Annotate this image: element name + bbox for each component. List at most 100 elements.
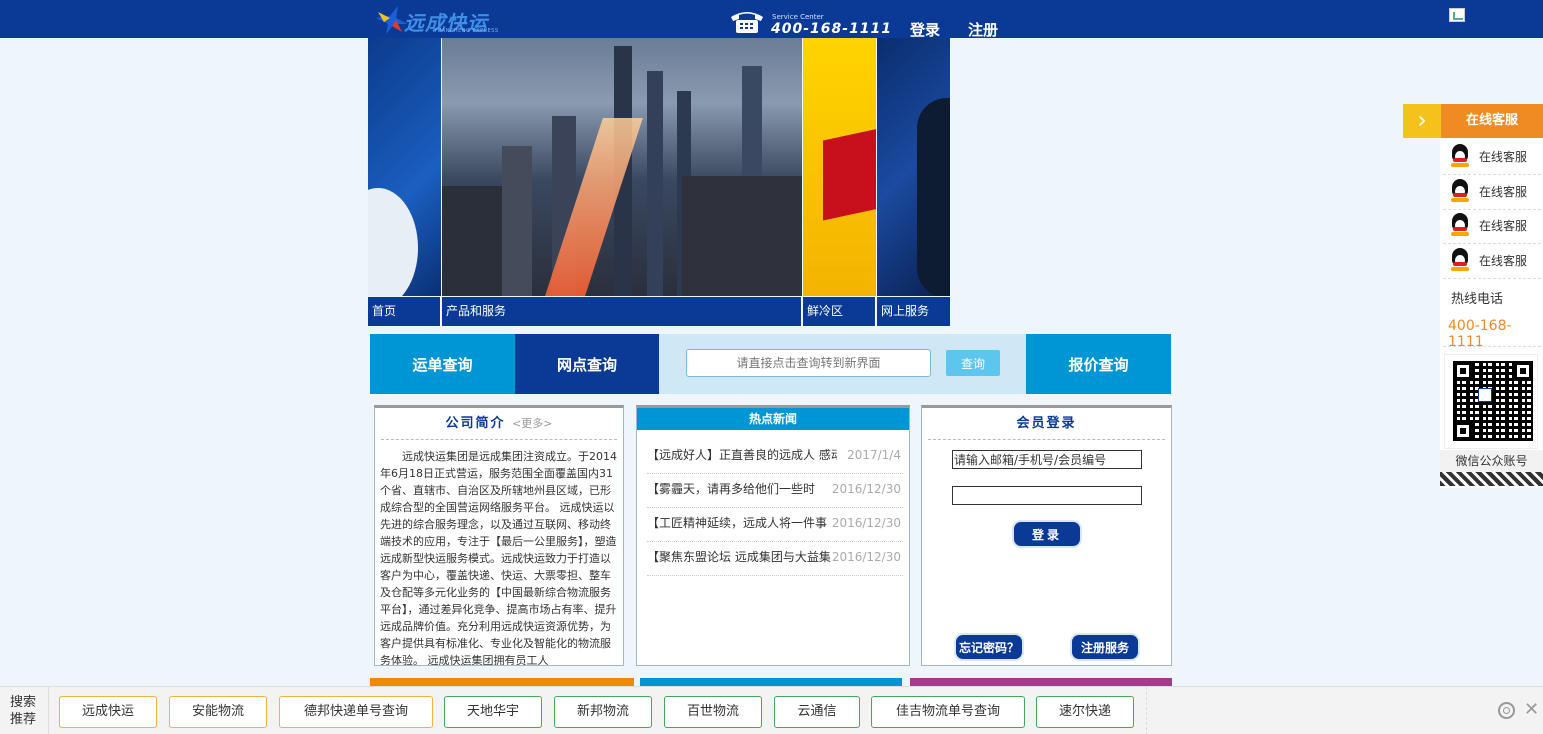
recommend-chip[interactable]: 新邦物流 — [554, 696, 652, 728]
query-input[interactable] — [686, 349, 931, 377]
divider — [1443, 346, 1541, 347]
qq-service-label: 在线客服 — [1479, 149, 1528, 164]
price-query-tab[interactable]: 报价查询 — [1026, 334, 1171, 394]
recommend-chip[interactable]: 速尔快递 — [1036, 696, 1134, 728]
qq-service-label: 在线客服 — [1479, 218, 1528, 233]
register-service-button[interactable]: 注册服务 — [1072, 635, 1138, 659]
password-field[interactable] — [952, 486, 1142, 505]
news-item[interactable]: 【工匠精神延续，远成人将一件事 2016/12/30 — [647, 508, 903, 542]
waybill-query-tab[interactable]: 运单查询 — [370, 334, 515, 394]
service-phone-number: 400-168-1111 — [771, 21, 893, 37]
banner-carousel: 首页 产品和服务 鲜冷区 网上服务 — [368, 38, 950, 326]
banner-panel-cold[interactable] — [803, 38, 876, 296]
collapse-arrow-icon[interactable]: › — [1403, 104, 1441, 138]
qq-service-item[interactable]: 在线客服 — [1449, 211, 1527, 239]
qq-penguin-icon — [1449, 179, 1471, 203]
news-date: 2016/12/30 — [831, 550, 901, 564]
recommend-chip[interactable]: 佳吉物流单号查询 — [871, 696, 1025, 728]
branch-query-tab[interactable]: 网点查询 — [515, 334, 659, 394]
site-logo[interactable]: 远成快运 YUANCHENG EXPRESS — [372, 4, 572, 36]
search-recommend-bar: 搜索推荐 远成快运 安能物流 德邦快递单号查询 天地华宇 新邦物流 百世物流 云… — [0, 686, 1543, 734]
news-date: 2017/1/4 — [847, 448, 901, 462]
divider — [1443, 278, 1541, 279]
banner-red-lettering — [823, 125, 876, 221]
member-login-title: 会员登录 — [928, 408, 1165, 440]
top-bar: 远成快运 YUANCHENG EXPRESS Service Center 40… — [0, 0, 1543, 40]
logo-subtext: YUANCHENG EXPRESS — [434, 28, 499, 34]
banner-panel-online[interactable] — [877, 38, 950, 296]
city-building — [502, 146, 532, 296]
username-field[interactable] — [952, 450, 1142, 469]
online-service-body: 在线客服 在线客服 在线客服 在线客服 热线电话 400-168-1111 微信… — [1440, 138, 1543, 488]
recommend-chip[interactable]: 安能物流 — [169, 696, 267, 728]
register-link[interactable]: 注册 — [968, 19, 998, 40]
divider — [1443, 174, 1541, 175]
query-panel: 查询 — [659, 334, 1026, 394]
qq-penguin-icon — [1449, 248, 1471, 272]
news-date: 2016/12/30 — [831, 482, 901, 496]
banner-nav-cold[interactable]: 鲜冷区 — [803, 297, 876, 326]
settings-gear-icon[interactable] — [1498, 702, 1515, 719]
qr-finder — [1453, 361, 1473, 381]
banner-panel-home[interactable] — [368, 38, 441, 296]
banner-nav-online-service[interactable]: 网上服务 — [877, 297, 950, 326]
qq-service-label: 在线客服 — [1479, 253, 1528, 268]
phone-icon — [731, 12, 763, 33]
login-link[interactable]: 登录 — [910, 19, 940, 40]
news-title[interactable]: 【远成好人】正直善良的远成人 感动 — [647, 440, 837, 470]
close-icon[interactable]: ✕ — [1524, 699, 1539, 720]
online-service-header: › 在线客服 — [1403, 104, 1543, 138]
more-link[interactable]: <更多> — [512, 417, 552, 430]
member-login-box: 会员登录 登录 忘记密码？ 注册服务 — [921, 405, 1172, 666]
query-button[interactable]: 查询 — [946, 350, 1000, 376]
qr-logo — [1478, 388, 1492, 402]
qr-finder — [1513, 361, 1533, 381]
news-item[interactable]: 【雾霾天，请再多给他们一些时 2016/12/30 — [647, 474, 903, 508]
recommend-chip[interactable]: 德邦快递单号查询 — [279, 696, 433, 728]
news-title[interactable]: 【雾霾天，请再多给他们一些时 — [647, 474, 837, 504]
divider — [48, 687, 49, 734]
divider — [1443, 243, 1541, 244]
broken-image-icon — [1449, 8, 1465, 22]
member-login-button[interactable]: 登录 — [1014, 522, 1080, 546]
news-item[interactable]: 【聚焦东盟论坛 远成集团与大益集 2016/12/30 — [647, 542, 903, 576]
company-intro-title: 公司简介 <更多> — [381, 408, 617, 440]
banner-panel-city[interactable] — [442, 38, 802, 296]
company-intro-heading: 公司简介 — [445, 416, 506, 431]
hotline-label: 热线电话 — [1451, 292, 1504, 307]
panel-footer-pattern — [1440, 472, 1543, 486]
recommend-chip[interactable]: 天地华宇 — [444, 696, 542, 728]
wechat-qr-code — [1444, 354, 1538, 449]
divider — [1146, 687, 1147, 734]
service-center-label: Service Center — [772, 13, 824, 21]
qq-penguin-icon — [1449, 213, 1471, 237]
news-date: 2016/12/30 — [831, 516, 901, 530]
recommend-chip[interactable]: 远成快运 — [59, 696, 157, 728]
recommend-chip[interactable]: 百世物流 — [664, 696, 762, 728]
qq-penguin-icon — [1449, 144, 1471, 168]
hot-news-box: 热点新闻 【远成好人】正直善良的远成人 感动 2017/1/4 【雾霾天，请再多给… — [636, 405, 910, 666]
company-intro-box: 公司简介 <更多> 远成快运集团是远成集团注资成立。于2014年6月18日正式营… — [374, 405, 624, 666]
hot-news-title: 热点新闻 — [637, 408, 909, 430]
divider — [1443, 209, 1541, 210]
banner-nav-home[interactable]: 首页 — [368, 297, 441, 326]
company-intro-text: 远成快运集团是远成集团注资成立。于2014年6月18日正式营运，服务范围全面覆盖… — [380, 450, 617, 666]
city-building — [647, 71, 663, 296]
qq-service-label: 在线客服 — [1479, 184, 1528, 199]
wechat-account-label: 微信公众账号 — [1440, 450, 1543, 472]
news-item[interactable]: 【远成好人】正直善良的远成人 感动 2017/1/4 — [647, 440, 903, 474]
search-recommend-label: 搜索推荐 — [10, 695, 37, 727]
banner-handshake-image — [368, 188, 418, 296]
city-building — [682, 176, 802, 296]
forgot-password-button[interactable]: 忘记密码？ — [956, 635, 1022, 659]
qq-service-item[interactable]: 在线客服 — [1449, 246, 1527, 274]
city-building — [442, 186, 502, 296]
online-service-title: 在线客服 — [1441, 104, 1543, 138]
news-list: 【远成好人】正直善良的远成人 感动 2017/1/4 【雾霾天，请再多给他们一些时… — [637, 430, 909, 576]
news-title[interactable]: 【工匠精神延续，远成人将一件事 — [647, 508, 837, 538]
qq-service-item[interactable]: 在线客服 — [1449, 142, 1527, 170]
banner-nav-products[interactable]: 产品和服务 — [442, 297, 802, 326]
recommend-chip[interactable]: 云通信 — [774, 696, 860, 728]
qq-service-item[interactable]: 在线客服 — [1449, 177, 1527, 205]
news-title[interactable]: 【聚焦东盟论坛 远成集团与大益集 — [647, 542, 837, 572]
